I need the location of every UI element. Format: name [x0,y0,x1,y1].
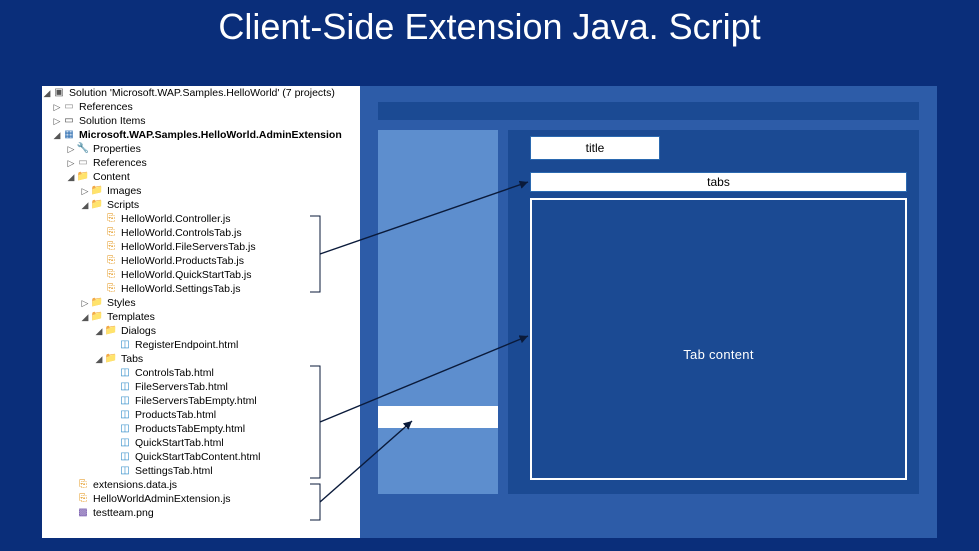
stage: ◢ ▣ Solution 'Microsoft.WAP.Samples.Hell… [42,86,937,538]
solution-icon: ▣ [52,87,66,99]
slide-heading: Client-Side Extension Java. Script [0,6,979,48]
wireframe-header-bar [378,102,919,120]
js-file-icon: ⎘ [104,227,118,239]
js-file-icon: ⎘ [76,479,90,491]
js-file-icon: ⎘ [76,493,90,505]
tree-file[interactable]: ⎘HelloWorld.QuickStartTab.js [42,268,360,282]
tree-folder-scripts[interactable]: ◢ 📁 Scripts [42,198,360,212]
wireframe-content-label: Tab content [532,347,905,362]
tree-file[interactable]: ◫FileServersTab.html [42,380,360,394]
img-file-icon: ▩ [76,507,90,519]
tree-folder-tabs[interactable]: ◢ 📁 Tabs [42,352,360,366]
tree-file[interactable]: ◫ProductsTab.html [42,408,360,422]
tree-file[interactable]: ⎘HelloWorld.FileServersTab.js [42,240,360,254]
html-file-icon: ◫ [118,451,132,463]
js-file-icon: ⎘ [104,241,118,253]
wireframe-title-label: title [530,136,660,160]
js-file-icon: ⎘ [104,213,118,225]
tree-folder-content[interactable]: ◢ 📁 Content [42,170,360,184]
folder-icon: 📁 [90,311,104,323]
tree-file[interactable]: ⎘HelloWorld.SettingsTab.js [42,282,360,296]
project-node[interactable]: ◢ ▦ Microsoft.WAP.Samples.HelloWorld.Adm… [42,128,360,142]
tree-file[interactable]: ◫QuickStartTab.html [42,436,360,450]
tree-file[interactable]: ⎘HelloWorld.ProductsTab.js [42,254,360,268]
tree-file[interactable]: ⎘HelloWorldAdminExtension.js [42,492,360,506]
tree-file[interactable]: ◫RegisterEndpoint.html [42,338,360,352]
tree-file[interactable]: ⎘HelloWorld.Controller.js [42,212,360,226]
references-icon: ▭ [62,101,76,113]
project-icon: ▦ [62,129,76,141]
js-file-icon: ⎘ [104,255,118,267]
tree-item[interactable]: ▷ ▭ References [42,100,360,114]
folder-icon: 📁 [104,353,118,365]
tree-item[interactable]: ▷ 🔧 Properties [42,142,360,156]
tree-file[interactable]: ⎘HelloWorld.ControlsTab.js [42,226,360,240]
wireframe-tabs-label: tabs [530,172,907,192]
tree-item[interactable]: ▷ 📁 Images [42,184,360,198]
wireframe-content-box: Tab content [530,198,907,480]
solution-root[interactable]: ◢ ▣ Solution 'Microsoft.WAP.Samples.Hell… [42,86,360,100]
html-file-icon: ◫ [118,395,132,407]
folder-icon: 📁 [76,171,90,183]
html-file-icon: ◫ [118,367,132,379]
js-file-icon: ⎘ [104,283,118,295]
properties-icon: 🔧 [76,143,90,155]
html-file-icon: ◫ [118,437,132,449]
references-icon: ▭ [76,157,90,169]
folder-icon: ▭ [62,115,76,127]
solution-explorer: ◢ ▣ Solution 'Microsoft.WAP.Samples.Hell… [42,86,360,538]
tree-file[interactable]: ◫ProductsTabEmpty.html [42,422,360,436]
tree-file[interactable]: ◫QuickStartTabContent.html [42,450,360,464]
tree-item[interactable]: ▷ 📁 Styles [42,296,360,310]
tree-item[interactable]: ▷ ▭ References [42,156,360,170]
folder-icon: 📁 [104,325,118,337]
tree-item[interactable]: ▷ ▭ Solution Items [42,114,360,128]
folder-icon: 📁 [90,199,104,211]
js-file-icon: ⎘ [104,269,118,281]
tree-folder-dialogs[interactable]: ◢ 📁 Dialogs [42,324,360,338]
html-file-icon: ◫ [118,409,132,421]
wireframe-sidebar [378,130,498,494]
tree-folder-templates[interactable]: ◢ 📁 Templates [42,310,360,324]
html-file-icon: ◫ [118,423,132,435]
tree-file[interactable]: ◫SettingsTab.html [42,464,360,478]
html-file-icon: ◫ [118,465,132,477]
wireframe-sidebar-highlight [378,406,498,428]
tree-file[interactable]: ⎘extensions.data.js [42,478,360,492]
folder-icon: 📁 [90,297,104,309]
folder-icon: 📁 [90,185,104,197]
tree-file[interactable]: ◫ControlsTab.html [42,366,360,380]
wireframe-area: title tabs Tab content [360,86,937,538]
tree-file[interactable]: ◫FileServersTabEmpty.html [42,394,360,408]
html-file-icon: ◫ [118,381,132,393]
tree-file[interactable]: ▩testteam.png [42,506,360,520]
html-file-icon: ◫ [118,339,132,351]
